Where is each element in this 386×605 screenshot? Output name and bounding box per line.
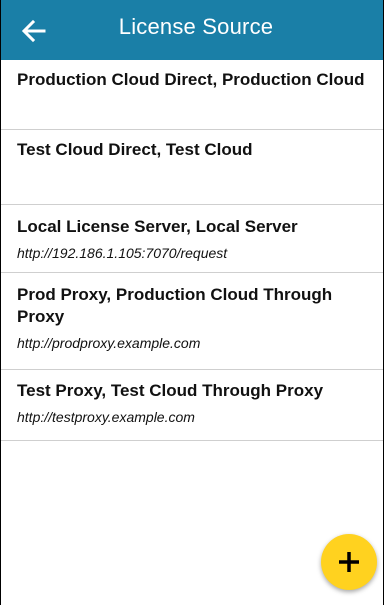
list-item[interactable]: Test Cloud Direct, Test Cloud (1, 130, 383, 205)
add-source-button[interactable] (321, 534, 377, 590)
app-bar: License Source (1, 0, 383, 60)
source-name: Production Cloud Direct, Production Clou… (17, 70, 365, 89)
source-url: http://192.186.1.105:7070/request (17, 245, 228, 261)
list-item[interactable]: Test Proxy, Test Cloud Through Proxy htt… (1, 370, 383, 441)
license-source-list: Production Cloud Direct, Production Clou… (1, 60, 383, 441)
source-name: Prod Proxy, Production Cloud Through Pro… (17, 285, 333, 326)
source-name: Local License Server, Local Server (17, 217, 298, 236)
plus-icon (339, 552, 359, 572)
source-url: http://prodproxy.example.com (17, 335, 201, 351)
source-url: http://testproxy.example.com (17, 409, 195, 425)
source-name: Test Proxy, Test Cloud Through Proxy (17, 381, 324, 400)
list-item[interactable]: Local License Server, Local Server http:… (1, 205, 383, 273)
list-item[interactable]: Prod Proxy, Production Cloud Through Pro… (1, 273, 383, 370)
source-name: Test Cloud Direct, Test Cloud (17, 140, 253, 159)
list-item[interactable]: Production Cloud Direct, Production Clou… (1, 60, 383, 130)
page-title: License Source (118, 14, 274, 39)
screen: License Source Production Cloud Direct, … (0, 0, 384, 605)
